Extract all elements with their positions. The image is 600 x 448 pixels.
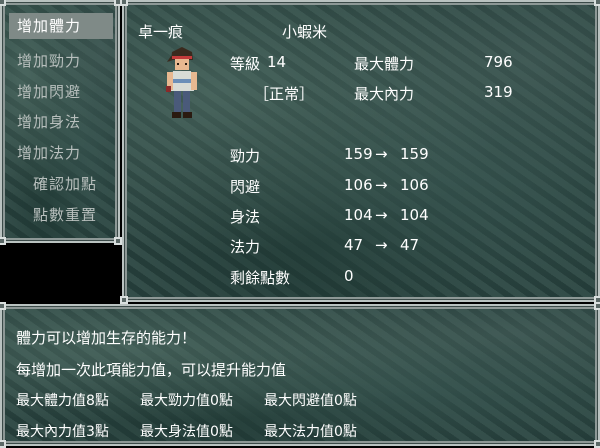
max-hp-label: 最大體力 <box>354 55 415 73</box>
menu-item-add-agility[interactable]: 增加身法 <box>9 109 113 135</box>
bonus-max-dodge: 最大閃避值0點 <box>264 393 357 409</box>
arrow-icon: → <box>375 206 388 224</box>
menu-item-add-strength[interactable]: 增加勁力 <box>9 48 113 74</box>
bonus-max-hp: 最大體力值8點 <box>16 393 109 409</box>
arrow-icon: → <box>375 236 388 254</box>
arrow-icon: → <box>375 176 388 194</box>
frame-corner <box>120 0 128 6</box>
character-sprite <box>166 47 197 118</box>
frame-corner <box>0 237 6 245</box>
remaining-points-value: 0 <box>344 267 354 285</box>
frame-corner <box>120 296 128 304</box>
attr-agility-to: 104 <box>400 206 429 224</box>
attr-dodge-to: 106 <box>400 176 429 194</box>
frame-corner <box>0 440 6 448</box>
max-mp-value: 319 <box>484 83 513 101</box>
description-line-2: 每增加一次此項能力值，可以提升能力值 <box>16 361 287 379</box>
menu-item-confirm[interactable]: 確認加點 <box>9 171 113 197</box>
level-value: 14 <box>267 53 287 71</box>
arrow-icon: → <box>375 145 388 163</box>
bonus-max-magic: 最大法力值0點 <box>264 424 357 440</box>
attr-dodge-label: 閃避 <box>230 178 261 196</box>
character-nickname: 小蝦米 <box>282 23 328 41</box>
max-mp-label: 最大內力 <box>354 85 415 103</box>
frame-corner <box>0 0 6 6</box>
description-line-1: 體力可以增加生存的能力！ <box>16 329 197 347</box>
bonus-max-mp: 最大內力值3點 <box>16 424 109 440</box>
menu-item-add-hp[interactable]: 增加體力 <box>9 13 113 39</box>
attr-strength-label: 勁力 <box>230 147 261 165</box>
attr-strength-to: 159 <box>400 145 429 163</box>
attr-agility-from: 104 <box>344 206 373 224</box>
attr-agility-label: 身法 <box>230 208 261 226</box>
attribute-menu-panel: 增加體力 增加勁力 增加閃避 增加身法 增加法力 確認加點 點數重置 <box>0 0 122 245</box>
attr-magic-to: 47 <box>400 236 420 254</box>
frame-corner <box>114 237 122 245</box>
character-stats-panel: 卓一痕 小蝦米 等級 14 最大體力 796 ［正常］ 最大內力 319 勁力 … <box>120 0 600 304</box>
character-name: 卓一痕 <box>138 23 184 41</box>
remaining-points-label: 剩餘點數 <box>230 269 291 287</box>
attr-magic-label: 法力 <box>230 238 261 256</box>
bonus-max-agility: 最大身法值0點 <box>140 424 233 440</box>
bonus-max-strength: 最大勁力值0點 <box>140 393 233 409</box>
attr-magic-from: 47 <box>344 236 364 254</box>
description-panel: 體力可以增加生存的能力！ 每增加一次此項能力值，可以提升能力值 最大體力值8點 … <box>0 302 600 448</box>
frame-corner <box>0 302 6 310</box>
menu-item-reset[interactable]: 點數重置 <box>9 202 113 228</box>
attr-strength-from: 159 <box>344 145 373 163</box>
status-badge: ［正常］ <box>254 85 315 103</box>
max-hp-value: 796 <box>484 53 513 71</box>
level-label: 等級 <box>230 55 261 73</box>
menu-item-add-dodge[interactable]: 增加閃避 <box>9 79 113 105</box>
frame-corner <box>594 0 600 6</box>
attr-dodge-from: 106 <box>344 176 373 194</box>
menu-item-add-magic[interactable]: 增加法力 <box>9 140 113 166</box>
frame-corner <box>594 440 600 448</box>
frame-corner <box>594 302 600 310</box>
